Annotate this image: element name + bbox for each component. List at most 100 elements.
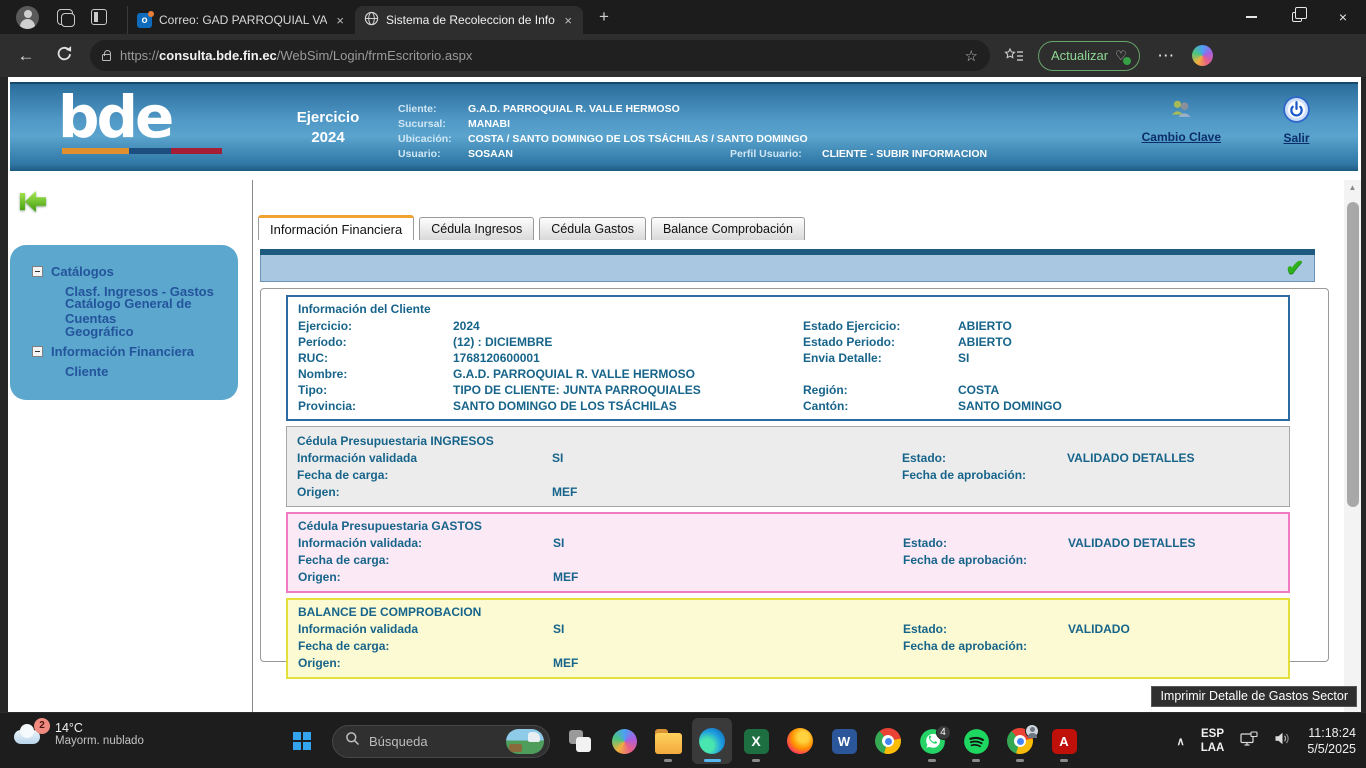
edge-icon: [699, 728, 725, 754]
field-value: [1067, 484, 1279, 501]
field-label: Origen:: [298, 569, 553, 586]
back-icon[interactable]: ←: [14, 46, 38, 66]
page-scrollbar[interactable]: ▲ ▼: [1344, 180, 1361, 712]
close-tab-icon[interactable]: ×: [562, 13, 574, 28]
profile-avatar[interactable]: [16, 6, 39, 29]
url-bar[interactable]: https://consulta.bde.fin.ec/WebSim/Login…: [90, 40, 990, 71]
salir-label: Salir: [1283, 131, 1309, 145]
collapse-icon[interactable]: [32, 346, 43, 357]
search-daily-image[interactable]: [506, 729, 544, 754]
content-divider: [252, 180, 253, 712]
scroll-up-icon[interactable]: ▲: [1344, 180, 1361, 196]
taskbar-chrome-profile[interactable]: [1000, 718, 1040, 764]
url-text[interactable]: https://consulta.bde.fin.ec/WebSim/Login…: [120, 48, 956, 63]
browser-tab-sistema[interactable]: Sistema de Recoleccion de Inform ×: [355, 6, 583, 34]
weather-widget[interactable]: 2 14°C Mayorm. nublado: [12, 721, 144, 747]
tab-cedula-gastos[interactable]: Cédula Gastos: [539, 217, 646, 240]
window-controls: ×: [1228, 0, 1366, 34]
time: 11:18:24: [1307, 725, 1356, 741]
weather-condition: Mayorm. nublado: [55, 735, 144, 747]
taskbar-spotify[interactable]: [956, 718, 996, 764]
sidebar-item-cliente[interactable]: Cliente: [10, 361, 238, 381]
field-value: ABIERTO: [958, 318, 1278, 334]
client-info-panel: Información del Cliente Ejercicio:2024Es…: [286, 295, 1290, 421]
taskbar-file-explorer[interactable]: [648, 718, 688, 764]
new-tab-button[interactable]: +: [593, 7, 615, 27]
taskbar-task-view[interactable]: [560, 718, 600, 764]
taskbar-copilot[interactable]: [604, 718, 644, 764]
sucursal-label: Sucursal:: [398, 118, 468, 130]
field-value: SANTO DOMINGO: [958, 398, 1278, 414]
scrollbar-thumb[interactable]: [1347, 202, 1359, 507]
field-label: Estado:: [902, 450, 1067, 467]
field-value: MEF: [553, 569, 903, 586]
sidebar-item-label: Catálogos: [51, 264, 114, 279]
tab-informacion-financiera[interactable]: Información Financiera: [258, 215, 414, 240]
info-row: RUC:1768120600001Envia Detalle:SI: [298, 350, 1278, 366]
browser-tab-correo[interactable]: Correo: GAD PARROQUIAL VALLE ×: [127, 6, 355, 34]
taskbar-excel[interactable]: [736, 718, 776, 764]
refresh-icon[interactable]: [52, 45, 76, 67]
actualizar-button[interactable]: Actualizar ♡: [1038, 41, 1140, 71]
close-tab-icon[interactable]: ×: [334, 13, 346, 28]
lock-icon[interactable]: [102, 54, 111, 61]
clock[interactable]: 11:18:24 5/5/2025: [1307, 725, 1356, 757]
search-placeholder: Búsqueda: [369, 734, 497, 749]
field-label: Provincia:: [298, 398, 453, 414]
browser-tab-bar: Correo: GAD PARROQUIAL VALLE × Sistema d…: [0, 0, 1366, 34]
restore-button[interactable]: [1274, 0, 1320, 34]
url-host: consulta.bde.fin.ec: [159, 48, 277, 63]
sidebar-item-catalogo-general-cuentas[interactable]: Catálogo General de Cuentas: [10, 301, 238, 321]
tab-balance-comprobacion[interactable]: Balance Comprobación: [651, 217, 805, 240]
salir-link[interactable]: Salir: [1283, 96, 1310, 145]
validated-check-icon[interactable]: ✔: [1286, 258, 1304, 278]
info-row: Ejercicio:2024Estado Ejercicio:ABIERTO: [298, 318, 1278, 334]
minimize-button[interactable]: [1228, 0, 1274, 34]
url-scheme: https://: [120, 48, 159, 63]
volume-icon[interactable]: [1274, 731, 1291, 751]
field-value: [1068, 569, 1278, 586]
panel-title: Cédula Presupuestaria GASTOS: [298, 517, 1278, 535]
sidebar-item-informacion-financiera[interactable]: Información Financiera: [10, 341, 238, 361]
toolbar: ✔: [260, 249, 1315, 282]
tab-actions-icon[interactable]: [91, 9, 107, 25]
tab-cedula-ingresos[interactable]: Cédula Ingresos: [419, 217, 534, 240]
start-button[interactable]: [282, 721, 322, 761]
favorite-star-icon[interactable]: ☆: [965, 47, 978, 65]
favorites-bar-icon[interactable]: [1004, 47, 1024, 65]
language-indicator[interactable]: ESP LAA: [1201, 727, 1225, 755]
bde-page: bde Ejercicio 2024 Cliente: G.A.D. PARRO…: [0, 77, 1366, 712]
perfil-label: Perfil Usuario:: [730, 148, 822, 160]
taskbar-acrobat[interactable]: [1044, 718, 1084, 764]
network-icon[interactable]: [1240, 731, 1258, 752]
close-button[interactable]: ×: [1320, 0, 1366, 34]
field-label: Nombre:: [298, 366, 453, 382]
cambio-clave-link[interactable]: Cambio Clave: [1142, 96, 1221, 145]
field-label: Fecha de carga:: [298, 638, 553, 655]
sidebar-item-label: Cliente: [65, 364, 108, 379]
info-row: Fecha de carga:Fecha de aprobación:: [298, 552, 1278, 569]
field-value: MEF: [552, 484, 902, 501]
settings-menu-icon[interactable]: ⋯: [1154, 46, 1178, 66]
collapse-icon[interactable]: [32, 266, 43, 277]
field-label: Información validada: [297, 450, 552, 467]
sidebar-item-catalogos[interactable]: Catálogos: [10, 261, 238, 281]
panels-container: Información del Cliente Ejercicio:2024Es…: [260, 288, 1329, 662]
tooltip-imprimir-detalle: Imprimir Detalle de Gastos Sector: [1151, 686, 1357, 707]
workspaces-icon[interactable]: [57, 9, 73, 25]
balance-comprobacion-panel: BALANCE DE COMPROBACION Información vali…: [286, 598, 1290, 679]
tray-chevron-icon[interactable]: ∧: [1177, 735, 1185, 748]
collapse-menu-arrow-icon[interactable]: [20, 191, 46, 212]
field-value: [1067, 467, 1279, 484]
field-value: [553, 638, 903, 655]
cloud-icon: 2: [12, 722, 46, 746]
taskbar-chrome[interactable]: [868, 718, 908, 764]
taskbar-edge[interactable]: [692, 718, 732, 764]
search-box[interactable]: Búsqueda: [332, 725, 550, 758]
ubicacion-value: COSTA / SANTO DOMINGO DE LOS TSÁCHILAS /…: [468, 133, 987, 145]
taskbar-firefox[interactable]: [780, 718, 820, 764]
taskbar-word[interactable]: [824, 718, 864, 764]
field-value: SI: [553, 621, 903, 638]
copilot-icon[interactable]: [1192, 45, 1213, 66]
taskbar-whatsapp[interactable]: 4: [912, 718, 952, 764]
